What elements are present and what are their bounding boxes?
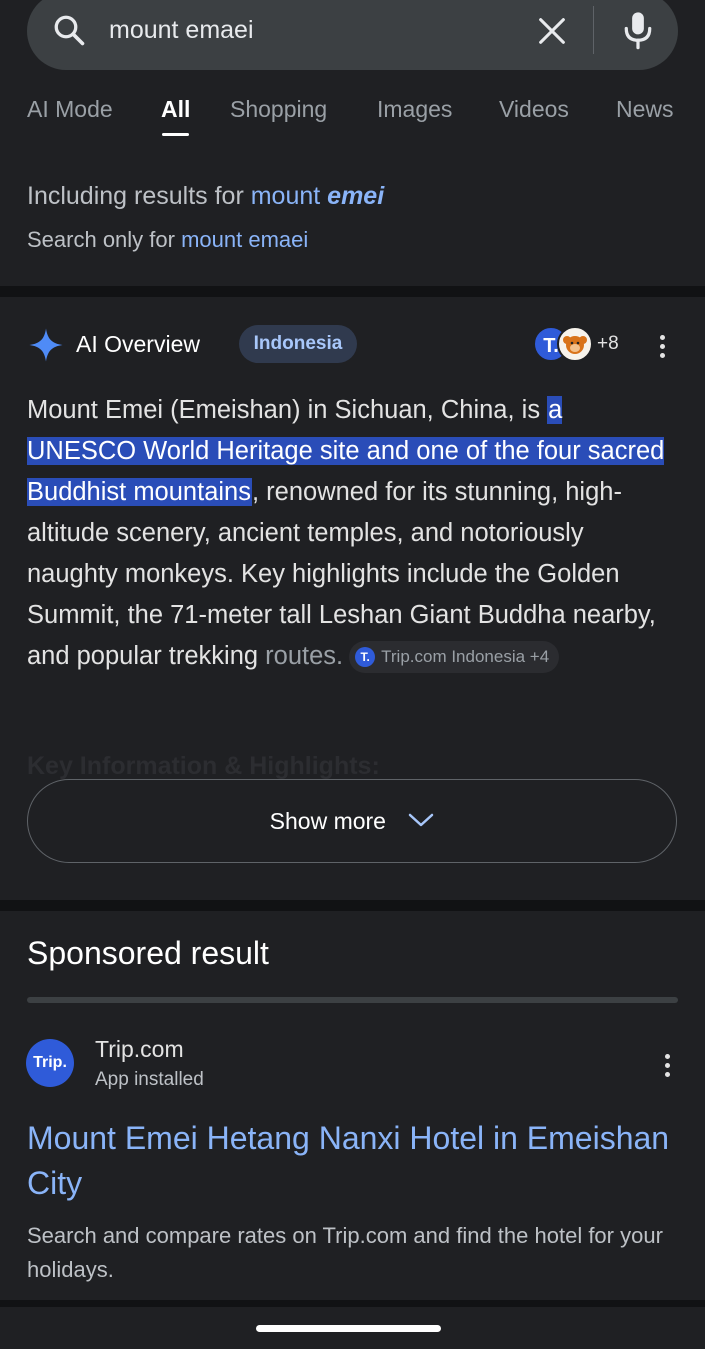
mic-icon[interactable] [620, 8, 656, 52]
ai-text-faded: routes. [265, 642, 344, 670]
tab-shopping[interactable]: Shopping [230, 96, 327, 123]
section-divider [0, 900, 705, 911]
ai-text-before: Mount Emei (Emeishan) in Sichuan, China,… [27, 396, 548, 424]
tab-ai-mode[interactable]: AI Mode [27, 96, 113, 123]
search-icon[interactable] [51, 12, 87, 48]
show-more-button[interactable]: Show more [27, 779, 677, 863]
corrected-query-link[interactable]: mount emei [251, 182, 384, 210]
sponsored-rule [27, 997, 678, 1003]
active-tab-indicator [162, 133, 189, 136]
tab-videos[interactable]: Videos [499, 96, 569, 123]
trip-source-icon: T. [355, 646, 376, 667]
ad-description: Search and compare rates on Trip.com and… [27, 1223, 663, 1282]
region-chip[interactable]: Indonesia [239, 325, 357, 363]
monkey-icon [563, 336, 587, 354]
ai-sparkle-icon [29, 328, 63, 362]
ai-overview-menu-icon[interactable] [658, 335, 666, 365]
ad-menu-icon[interactable] [663, 1054, 671, 1084]
corrected-query-bold: emei [327, 182, 385, 210]
section-divider [0, 286, 705, 297]
search-only-line: Search only for mount emaei [27, 227, 308, 253]
original-query-link[interactable]: mount emaei [181, 227, 308, 252]
chevron-down-icon [409, 813, 434, 827]
search-only-prefix: Search only for [27, 227, 175, 252]
ai-overview-title: AI Overview [76, 331, 200, 357]
tab-news[interactable]: News [616, 96, 674, 123]
search-results-page: mount emaei AI Mode All Shopping Images … [0, 0, 705, 1349]
ai-faded-heading: Key Information & Highlights: [27, 752, 380, 780]
ai-overview-text: Mount Emei (Emeishan) in Sichuan, China,… [27, 390, 677, 677]
clear-icon[interactable] [535, 14, 569, 48]
tab-images[interactable]: Images [377, 96, 452, 123]
search-divider [593, 6, 594, 54]
show-more-label: Show more [269, 808, 386, 834]
advertiser-name[interactable]: Trip.com [95, 1036, 184, 1063]
corrected-query-plain: mount [250, 182, 321, 210]
trip-logo[interactable]: Trip. [26, 1039, 74, 1087]
source-chip[interactable]: T. Trip.com Indonesia +4 [349, 641, 560, 674]
search-bar[interactable]: mount emaei [27, 0, 678, 70]
advertiser-subtitle: App installed [95, 1069, 204, 1090]
search-input[interactable]: mount emaei [109, 16, 254, 45]
search-tabs: AI Mode All Shopping Images Videos News [0, 96, 705, 140]
source-avatar-monkey[interactable] [557, 326, 593, 362]
source-chip-label: Trip.com Indonesia +4 [381, 647, 550, 667]
tab-all[interactable]: All [161, 96, 190, 123]
home-indicator[interactable] [256, 1325, 441, 1332]
source-count[interactable]: +8 [597, 333, 619, 355]
sponsored-heading: Sponsored result [27, 935, 269, 971]
ad-title-link[interactable]: Mount Emei Hetang Nanxi Hotel in Emeisha… [27, 1116, 677, 1206]
including-results-line: Including results for mount emei [27, 182, 384, 211]
including-prefix: Including results for [27, 182, 244, 210]
